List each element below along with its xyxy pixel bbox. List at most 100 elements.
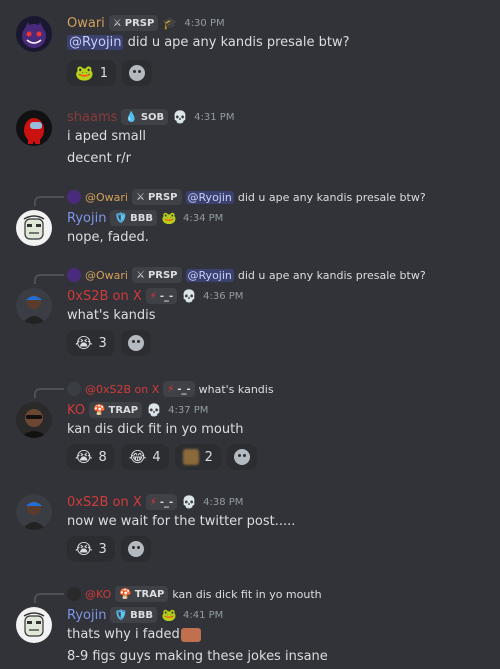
reply-connector	[34, 274, 64, 284]
guild-tag-label: PRSP	[124, 17, 155, 29]
timestamp: 4:36 PM	[203, 290, 244, 302]
mushroom-icon: 🍄	[119, 588, 132, 600]
sword-icon: ⚔	[112, 17, 122, 29]
reaction-count: 1	[99, 65, 108, 81]
add-reaction-button[interactable]	[121, 60, 152, 86]
timestamp: 4:30 PM	[184, 17, 225, 29]
reply-avatar	[67, 587, 81, 601]
guild-tag-label: PRSP	[147, 269, 178, 281]
guild-tag[interactable]: ⚡ -_-	[145, 288, 178, 304]
add-reaction-button[interactable]	[120, 536, 151, 562]
username[interactable]: Owari	[67, 16, 105, 31]
reaction[interactable]: 😭 3	[67, 536, 115, 562]
username[interactable]: Ryojin	[67, 211, 106, 226]
skull-icon: 💀	[172, 110, 188, 124]
chat-message-list: Owari ⚔ PRSP 🎓 4:30 PM @Ryojin did u ape …	[0, 0, 500, 669]
shield-icon: 🛡	[114, 212, 128, 224]
reply-username: @KO	[85, 587, 112, 601]
timestamp: 4:31 PM	[194, 111, 235, 123]
message-text: nope, faded.	[67, 230, 149, 245]
username[interactable]: 0xS2B on X	[67, 289, 142, 304]
timestamp: 4:34 PM	[183, 212, 224, 224]
reaction-count: 4	[152, 449, 161, 465]
guild-tag-label: -_-	[159, 290, 174, 302]
guild-tag: 🍄 TRAP	[115, 586, 169, 602]
avatar[interactable]	[16, 110, 52, 146]
pepe-icon: 🐸	[161, 608, 177, 622]
laugh-cry-icon: 😂	[128, 448, 147, 466]
reply-avatar	[67, 382, 81, 396]
message-content: thats why i faded	[67, 626, 201, 644]
smile-icon	[127, 335, 144, 351]
reaction[interactable]: 2	[174, 444, 221, 470]
skull-icon: 💀	[181, 495, 197, 509]
username[interactable]: 0xS2B on X	[67, 495, 142, 510]
sword-icon: ⚔	[135, 191, 145, 203]
message-text: did u ape any kandis presale btw?	[127, 35, 350, 50]
crying-face-icon: 😭	[75, 448, 93, 466]
guild-tag[interactable]: 🛡 BBB	[110, 210, 158, 226]
reply-preview[interactable]: @Owari ⚔ PRSP @Ryojin did u ape any kandi…	[67, 267, 426, 283]
guild-tag[interactable]: 🛡 BBB	[110, 607, 158, 623]
crying-face-icon: 😭	[75, 540, 93, 558]
avatar[interactable]	[16, 607, 52, 643]
avatar[interactable]	[16, 288, 52, 324]
reply-text: kan dis dick fit in yo mouth	[172, 587, 322, 601]
reaction-bar: 😭 3	[67, 536, 151, 562]
add-reaction-button[interactable]	[226, 444, 257, 470]
guild-tag: ⚔ PRSP	[131, 267, 182, 283]
reply-avatar	[67, 268, 81, 282]
reaction-bar: 😭 3	[67, 330, 151, 356]
guild-tag: ⚡ -_-	[163, 381, 195, 397]
timestamp: 4:41 PM	[183, 609, 224, 621]
reply-preview[interactable]: @KO 🍄 TRAP kan dis dick fit in yo mouth	[67, 586, 322, 602]
guild-tag-label: -_-	[159, 496, 174, 508]
user-mention: @Ryojin	[185, 190, 234, 204]
guild-tag[interactable]: ⚔ PRSP	[108, 15, 159, 31]
reply-connector	[34, 388, 64, 398]
reply-connector	[34, 593, 64, 603]
lightning-icon: ⚡	[149, 290, 157, 302]
add-reaction-button[interactable]	[120, 330, 151, 356]
reaction[interactable]: 😂 4	[120, 444, 169, 470]
guild-tag-label: -_-	[177, 383, 191, 395]
reaction[interactable]: 😭 8	[67, 444, 115, 470]
reply-text: did u ape any kandis presale btw?	[237, 268, 426, 282]
droplet-icon: 💧	[125, 111, 138, 123]
mushroom-icon: 🍄	[93, 404, 106, 416]
timestamp: 4:37 PM	[168, 404, 209, 416]
guild-tag[interactable]: 💧 SOB	[121, 109, 169, 125]
reaction[interactable]: 😭 3	[67, 330, 115, 356]
message-text: 8-9 figs guys making these jokes insane	[67, 649, 328, 664]
message-text: thats why i faded	[67, 627, 180, 642]
reply-preview[interactable]: @0xS2B on X ⚡ -_- what's kandis	[67, 381, 274, 397]
reaction[interactable]: 🐸 1	[67, 60, 116, 86]
blurred-emoji-icon	[182, 449, 199, 465]
reaction-count: 3	[98, 335, 107, 351]
sword-icon: ⚔	[135, 269, 145, 281]
reply-username: @0xS2B on X	[85, 382, 160, 396]
avatar[interactable]	[16, 494, 52, 530]
username[interactable]: KO	[67, 403, 85, 418]
avatar[interactable]	[16, 16, 52, 52]
user-mention: @Ryojin	[185, 268, 234, 282]
skull-icon: 💀	[146, 403, 162, 417]
reply-preview[interactable]: @Owari ⚔ PRSP @Ryojin did u ape any kandi…	[67, 189, 426, 205]
avatar[interactable]	[16, 210, 52, 246]
guild-tag-label: SOB	[140, 111, 165, 123]
message-text: what's kandis	[67, 308, 156, 323]
message-content: @Ryojin did u ape any kandis presale btw…	[67, 34, 350, 52]
avatar[interactable]	[16, 402, 52, 438]
reaction-count: 8	[98, 449, 107, 465]
pepe-icon: 🐸	[161, 211, 177, 225]
username[interactable]: Ryojin	[67, 608, 106, 623]
crying-face-icon: 😭	[75, 334, 93, 352]
custom-emoji-icon[interactable]	[180, 627, 201, 642]
username[interactable]: shaams	[67, 110, 117, 125]
guild-tag[interactable]: ⚡ -_-	[145, 494, 178, 510]
hat-icon: 🎓	[162, 16, 178, 30]
guild-tag-label: BBB	[130, 609, 154, 621]
user-mention[interactable]: @Ryojin	[67, 35, 124, 50]
reaction-count: 3	[98, 541, 107, 557]
guild-tag[interactable]: 🍄 TRAP	[89, 402, 143, 418]
